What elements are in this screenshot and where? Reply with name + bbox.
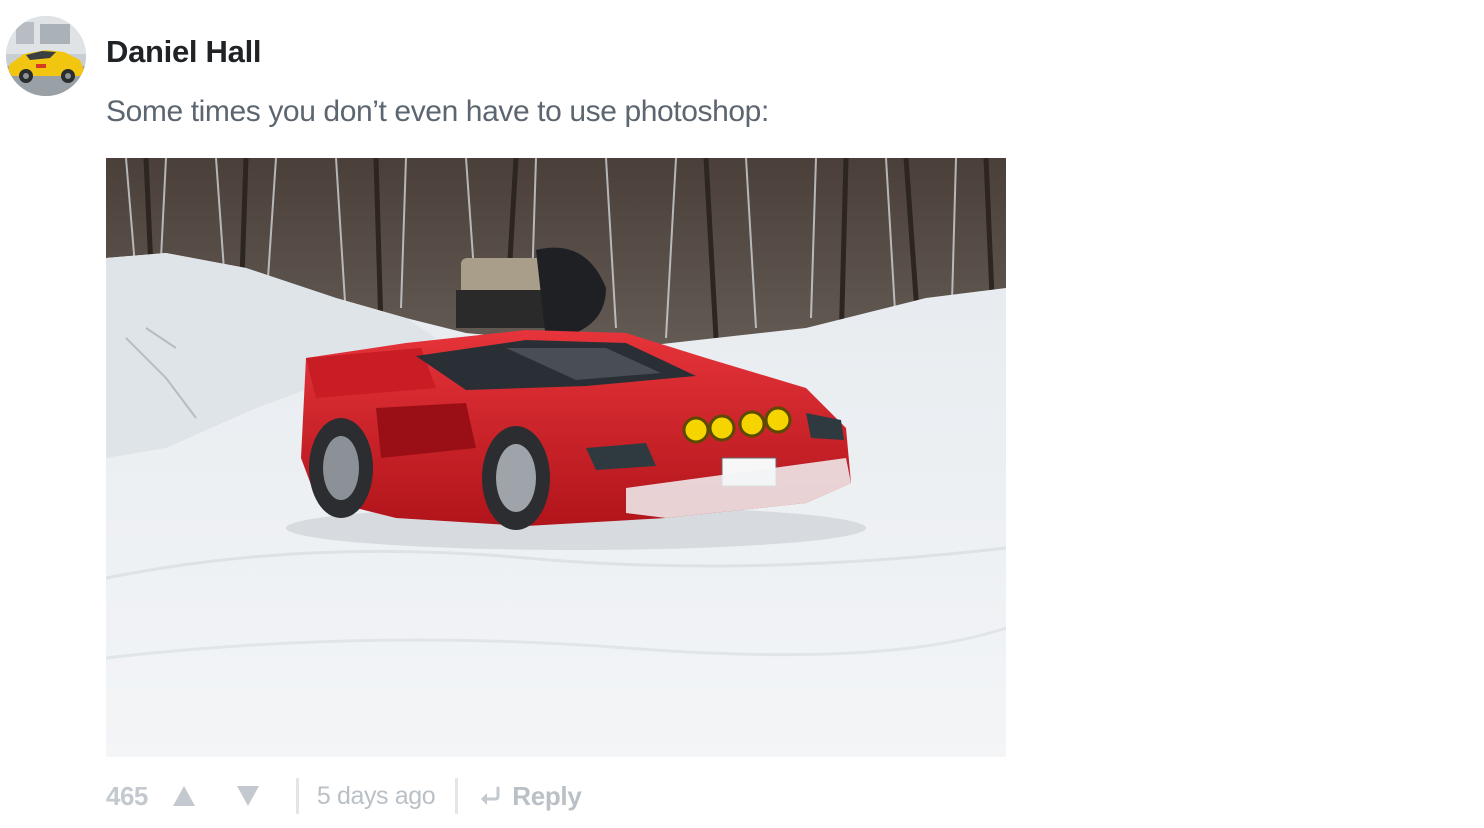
author-name[interactable]: Daniel Hall xyxy=(106,34,262,70)
avatar[interactable] xyxy=(6,16,86,96)
reply-button[interactable]: Reply xyxy=(478,780,582,812)
triangle-up-icon xyxy=(172,786,195,806)
footer-divider xyxy=(455,778,459,814)
comment-image[interactable] xyxy=(106,158,1006,757)
comment: Daniel Hall Some times you don’t even ha… xyxy=(0,0,1484,828)
upvote-button[interactable] xyxy=(164,776,204,816)
vote-count: 465 xyxy=(106,780,148,811)
comment-text: Some times you don’t even have to use ph… xyxy=(106,95,769,128)
reply-arrow-icon xyxy=(481,786,500,805)
footer-divider xyxy=(295,778,299,814)
comment-footer: 465 5 days ago Reply xyxy=(106,774,582,818)
triangle-down-icon xyxy=(236,786,259,806)
downvote-button[interactable] xyxy=(228,776,268,816)
snow-car-photo xyxy=(106,158,1006,757)
avatar-image xyxy=(6,16,86,96)
timestamp-link[interactable]: 5 days ago xyxy=(317,782,436,811)
reply-label: Reply xyxy=(512,780,582,811)
